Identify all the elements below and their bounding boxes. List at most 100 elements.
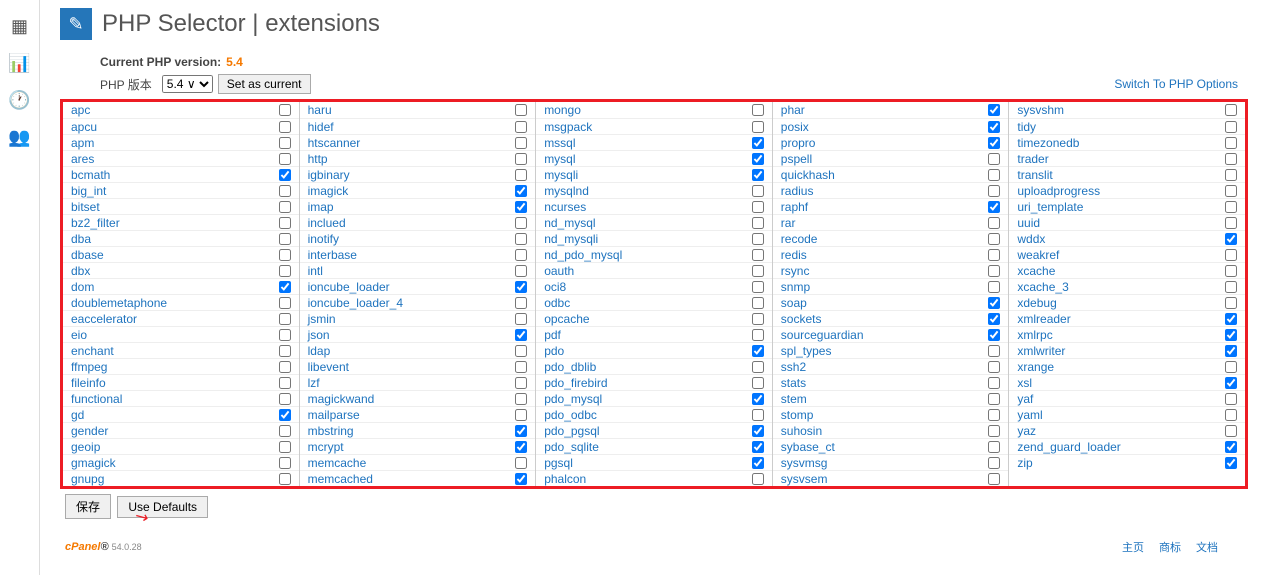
extension-name[interactable]: ncurses	[544, 200, 586, 214]
extension-checkbox[interactable]	[752, 169, 764, 181]
extension-name[interactable]: snmp	[781, 280, 810, 294]
extension-checkbox[interactable]	[279, 137, 291, 149]
extension-name[interactable]: uuid	[1017, 216, 1040, 230]
footer-link[interactable]: 商标	[1159, 542, 1181, 554]
extension-name[interactable]: stomp	[781, 408, 814, 422]
extension-name[interactable]: zend_guard_loader	[1017, 440, 1120, 454]
footer-link[interactable]: 文档	[1196, 542, 1218, 554]
extension-checkbox[interactable]	[988, 345, 1000, 357]
footer-link[interactable]: 主页	[1122, 542, 1144, 554]
extension-checkbox[interactable]	[988, 393, 1000, 405]
extension-checkbox[interactable]	[1225, 441, 1237, 453]
extension-name[interactable]: pdo_odbc	[544, 408, 597, 422]
extension-checkbox[interactable]	[988, 169, 1000, 181]
extension-name[interactable]: ffmpeg	[71, 360, 107, 374]
extension-checkbox[interactable]	[1225, 329, 1237, 341]
extension-checkbox[interactable]	[752, 441, 764, 453]
users-icon[interactable]: 👥	[0, 119, 39, 156]
extension-checkbox[interactable]	[988, 441, 1000, 453]
extension-name[interactable]: sockets	[781, 312, 822, 326]
extension-checkbox[interactable]	[988, 313, 1000, 325]
extension-checkbox[interactable]	[515, 313, 527, 325]
extension-checkbox[interactable]	[752, 297, 764, 309]
extension-name[interactable]: http	[308, 152, 328, 166]
extension-name[interactable]: xcache_3	[1017, 280, 1068, 294]
extension-checkbox[interactable]	[752, 457, 764, 469]
extension-name[interactable]: timezonedb	[1017, 136, 1079, 150]
extension-name[interactable]: haru	[308, 103, 332, 117]
extension-checkbox[interactable]	[279, 377, 291, 389]
save-button[interactable]: 保存	[65, 494, 111, 519]
extension-name[interactable]: intl	[308, 264, 323, 278]
extension-checkbox[interactable]	[1225, 153, 1237, 165]
extension-checkbox[interactable]	[1225, 393, 1237, 405]
extension-name[interactable]: recode	[781, 232, 818, 246]
extension-name[interactable]: pgsql	[544, 456, 573, 470]
extension-name[interactable]: lzf	[308, 376, 320, 390]
extension-name[interactable]: apc	[71, 103, 90, 117]
extension-name[interactable]: yaf	[1017, 392, 1033, 406]
extension-name[interactable]: pdo	[544, 344, 564, 358]
extension-checkbox[interactable]	[752, 377, 764, 389]
extension-name[interactable]: quickhash	[781, 168, 835, 182]
extension-name[interactable]: doublemetaphone	[71, 296, 167, 310]
extension-name[interactable]: xmlreader	[1017, 312, 1070, 326]
extension-checkbox[interactable]	[515, 249, 527, 261]
extension-name[interactable]: big_int	[71, 184, 106, 198]
extension-checkbox[interactable]	[1225, 313, 1237, 325]
extension-checkbox[interactable]	[988, 217, 1000, 229]
extension-name[interactable]: sybase_ct	[781, 440, 835, 454]
extension-name[interactable]: libevent	[308, 360, 349, 374]
extension-name[interactable]: mysqli	[544, 168, 578, 182]
extension-checkbox[interactable]	[1225, 249, 1237, 261]
extension-name[interactable]: yaml	[1017, 408, 1042, 422]
extension-checkbox[interactable]	[515, 393, 527, 405]
extension-name[interactable]: pdo_pgsql	[544, 424, 599, 438]
extension-name[interactable]: pdo_mysql	[544, 392, 602, 406]
extension-checkbox[interactable]	[515, 473, 527, 485]
extension-name[interactable]: functional	[71, 392, 122, 406]
php-version-select[interactable]: 5.4 ∨	[162, 75, 213, 93]
extension-checkbox[interactable]	[515, 217, 527, 229]
extension-checkbox[interactable]	[752, 249, 764, 261]
extension-name[interactable]: dbx	[71, 264, 90, 278]
extension-name[interactable]: ioncube_loader	[308, 280, 390, 294]
extension-name[interactable]: phar	[781, 103, 805, 117]
extension-name[interactable]: pspell	[781, 152, 812, 166]
extension-name[interactable]: sysvsem	[781, 472, 828, 486]
extension-checkbox[interactable]	[515, 153, 527, 165]
extension-checkbox[interactable]	[515, 137, 527, 149]
extension-name[interactable]: pdf	[544, 328, 561, 342]
extension-name[interactable]: raphf	[781, 200, 808, 214]
extension-checkbox[interactable]	[1225, 377, 1237, 389]
extension-name[interactable]: jsmin	[308, 312, 336, 326]
extension-checkbox[interactable]	[279, 425, 291, 437]
extension-checkbox[interactable]	[515, 121, 527, 133]
extension-checkbox[interactable]	[752, 345, 764, 357]
extension-checkbox[interactable]	[1225, 297, 1237, 309]
extension-checkbox[interactable]	[1225, 185, 1237, 197]
extension-name[interactable]: enchant	[71, 344, 114, 358]
extension-name[interactable]: dbase	[71, 248, 104, 262]
extension-name[interactable]: eio	[71, 328, 87, 342]
extension-name[interactable]: dom	[71, 280, 94, 294]
extension-checkbox[interactable]	[988, 329, 1000, 341]
extension-name[interactable]: xsl	[1017, 376, 1032, 390]
stats-icon[interactable]: 📊	[0, 45, 39, 82]
extension-checkbox[interactable]	[752, 104, 764, 116]
extension-name[interactable]: mbstring	[308, 424, 354, 438]
extension-name[interactable]: uploadprogress	[1017, 184, 1100, 198]
extension-name[interactable]: mongo	[544, 103, 581, 117]
extension-name[interactable]: mailparse	[308, 408, 360, 422]
extension-checkbox[interactable]	[279, 169, 291, 181]
extension-checkbox[interactable]	[279, 313, 291, 325]
extension-checkbox[interactable]	[279, 249, 291, 261]
extension-name[interactable]: oauth	[544, 264, 574, 278]
extension-name[interactable]: xmlwriter	[1017, 344, 1065, 358]
extension-name[interactable]: xmlrpc	[1017, 328, 1052, 342]
extension-checkbox[interactable]	[279, 185, 291, 197]
extension-name[interactable]: posix	[781, 120, 809, 134]
extension-name[interactable]: phalcon	[544, 472, 586, 486]
extension-checkbox[interactable]	[752, 201, 764, 213]
extension-name[interactable]: memcache	[308, 456, 367, 470]
